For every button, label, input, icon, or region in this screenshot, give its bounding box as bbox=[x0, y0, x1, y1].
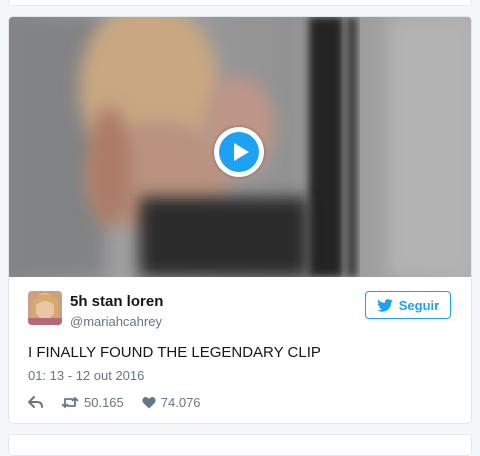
avatar[interactable] bbox=[28, 291, 62, 325]
follow-button-label: Seguir bbox=[398, 297, 440, 313]
tweet-text: I FINALLY FOUND THE LEGENDARY CLIP bbox=[28, 344, 321, 361]
tweet-actions: 50.165 74.076 bbox=[28, 393, 219, 411]
retweet-count: 50.165 bbox=[84, 394, 124, 410]
username-handle[interactable]: @mariahcahrey bbox=[70, 314, 162, 329]
tweet-timestamp[interactable]: 01: 13 - 12 out 2016 bbox=[28, 368, 144, 383]
embedded-tweet-card: 5h stan loren @mariahcahrey Seguir I FIN… bbox=[8, 16, 472, 424]
twitter-bird-icon bbox=[376, 298, 393, 312]
play-button[interactable] bbox=[214, 127, 264, 177]
play-icon bbox=[219, 132, 259, 172]
like-count: 74.076 bbox=[160, 394, 201, 410]
next-card-edge bbox=[8, 434, 472, 456]
heart-icon bbox=[142, 396, 156, 408]
reply-icon bbox=[28, 395, 43, 408]
previous-card-edge bbox=[8, 0, 472, 6]
video-thumbnail[interactable] bbox=[9, 17, 471, 277]
like-button[interactable]: 74.076 bbox=[142, 395, 201, 410]
display-name[interactable]: 5h stan loren bbox=[70, 293, 163, 310]
retweet-button[interactable]: 50.165 bbox=[61, 395, 124, 410]
reply-button[interactable] bbox=[28, 395, 43, 409]
retweet-icon bbox=[61, 396, 79, 408]
follow-button[interactable]: Seguir bbox=[365, 291, 451, 319]
